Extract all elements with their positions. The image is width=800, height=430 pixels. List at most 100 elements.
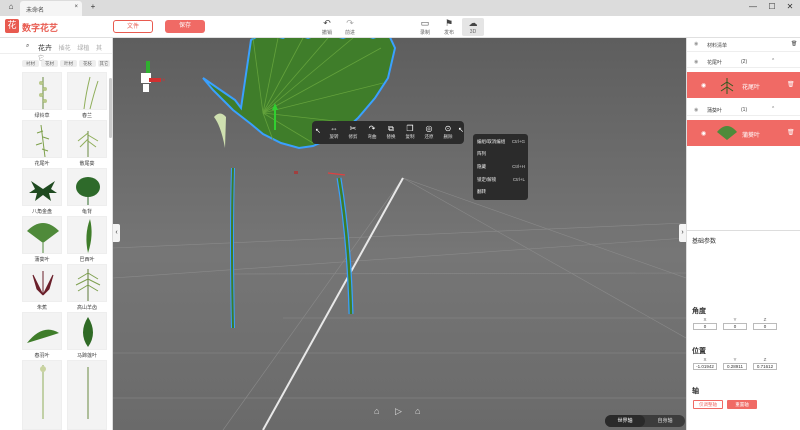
plant-image	[32, 271, 54, 296]
filter-chip[interactable]: 叶材	[60, 60, 77, 67]
file-button[interactable]: 文件	[113, 20, 153, 33]
menu-item-shortcut: Ctrl+G	[511, 139, 525, 144]
delete-icon[interactable]: 🗑	[787, 129, 795, 136]
maximize-button[interactable]: ☐	[767, 2, 777, 12]
toolbar-bend[interactable]: ↷ 弯曲	[364, 124, 380, 140]
trash-icon[interactable]: 🗑	[791, 41, 797, 47]
collapse-left-icon[interactable]: ‹	[113, 224, 120, 242]
menu-item-array[interactable]: 阵列	[477, 151, 525, 157]
adjust-axis-button[interactable]: 仅调整轴	[693, 400, 723, 409]
document-tab[interactable]: 未命名 ×	[20, 1, 82, 16]
filter-chip[interactable]: 其它	[98, 60, 110, 67]
tab-greenery[interactable]: 绿植	[77, 46, 89, 52]
reset-axis-button[interactable]: 重置轴	[727, 400, 757, 409]
menu-item-lock[interactable]: 锁定/解锁 Ctrl+L	[477, 177, 525, 183]
scene-canvas[interactable]: ×	[113, 38, 686, 430]
menu-item-hide[interactable]: 隐藏 Ctrl+H	[477, 164, 525, 170]
undo-button[interactable]: ↶ 撤销	[316, 18, 338, 36]
collapse-right-icon[interactable]: ›	[679, 224, 686, 242]
item-thumbnail[interactable]	[67, 168, 107, 206]
menu-item-group[interactable]: 编组/取消编组 Ctrl+G	[477, 139, 525, 145]
position-y-input[interactable]: 0.28911	[723, 363, 747, 370]
item-thumbnail[interactable]	[22, 120, 62, 158]
add-tab-button[interactable]: +	[88, 2, 98, 12]
camera-reset-icon[interactable]: ⌂	[374, 406, 379, 416]
angle-y-input[interactable]: 0	[723, 323, 747, 330]
material-card[interactable]: ◉ 花尾叶 🗑	[687, 72, 800, 98]
position-z-input[interactable]: 0.71612	[753, 363, 777, 370]
material-group[interactable]: ◉ 花尾叶 (2) ⌃	[687, 56, 800, 68]
transform-gizmo[interactable]: ×	[141, 61, 166, 92]
material-item-label: 花尾叶	[742, 85, 761, 91]
item-thumbnail[interactable]	[22, 168, 62, 206]
item-thumbnail[interactable]	[67, 120, 107, 158]
filter-chip[interactable]: 花枝	[79, 60, 96, 67]
move-icon: ⇔	[330, 124, 338, 133]
world-axis-button[interactable]: 世界轴	[605, 415, 645, 427]
more-icon[interactable]: ↖	[458, 126, 464, 134]
redo-button[interactable]: ↷ 前进	[339, 18, 361, 36]
item-thumbnail[interactable]	[22, 264, 62, 302]
item-thumbnail[interactable]	[22, 360, 62, 430]
eye-icon[interactable]: ◉	[701, 130, 706, 137]
item-thumbnail[interactable]	[22, 312, 62, 350]
record-icon: ▭	[420, 18, 430, 28]
toolbar-label: 删除	[443, 134, 453, 139]
item-thumbnail[interactable]	[67, 360, 107, 430]
angle-x-input[interactable]: 0	[693, 323, 717, 330]
play-icon[interactable]: ▷	[395, 406, 402, 417]
eye-icon[interactable]: ◉	[694, 59, 698, 65]
self-axis-button[interactable]: 自身轴	[645, 415, 685, 427]
home-icon[interactable]: ⌂	[6, 2, 16, 12]
filter-chip[interactable]: 衬材	[22, 60, 39, 67]
toolbar-restore[interactable]: ◎ 还原	[421, 124, 437, 140]
item-label: 朱蕉	[36, 305, 47, 311]
close-tab-icon[interactable]: ×	[74, 4, 78, 10]
toolbar-rotate[interactable]: ⇔ 旋转	[326, 124, 342, 140]
material-group[interactable]: ◉ 蒲葵叶 (1) ⌃	[687, 104, 800, 116]
record-button[interactable]: ▭ 录制	[414, 18, 436, 36]
item-thumbnail[interactable]	[67, 216, 107, 254]
plant-image	[83, 317, 93, 347]
menu-item-label: 隐藏	[477, 164, 486, 169]
menu-item-label: 阵列	[477, 151, 486, 156]
material-card[interactable]: ◉ 蒲葵叶 🗑	[687, 120, 800, 146]
position-z-label: Z	[763, 357, 767, 362]
library-scrollbar[interactable]	[109, 78, 112, 138]
chevron-up-icon[interactable]: ⌃	[771, 58, 775, 64]
tab-flowers[interactable]: 花卉	[38, 45, 52, 52]
toolbar-copy[interactable]: ❐ 复制	[402, 124, 418, 140]
chevron-up-icon[interactable]: ⌃	[771, 106, 775, 112]
position-x-input[interactable]: -1.01942	[693, 363, 717, 370]
palm-leaf-model[interactable]	[202, 38, 397, 329]
item-thumbnail[interactable]	[22, 72, 62, 110]
material-item-label: 蒲葵叶	[742, 133, 761, 139]
angle-z-input[interactable]: 0	[753, 323, 777, 330]
camera-save-icon[interactable]: ⌂	[415, 406, 420, 416]
item-thumbnail[interactable]	[67, 312, 107, 350]
toolbar-trim[interactable]: ✂ 修剪	[345, 124, 361, 140]
anchor-point[interactable]	[294, 171, 298, 174]
eye-icon[interactable]: ◉	[701, 82, 706, 89]
minimize-button[interactable]: —	[748, 2, 758, 12]
item-thumbnail[interactable]	[22, 216, 62, 254]
item-thumbnail[interactable]	[67, 264, 107, 302]
3d-viewport[interactable]: × ‹ › ⌂ ▷ ⌂ 世界轴 自身轴	[113, 38, 686, 430]
app-name: 数字花艺	[22, 23, 59, 33]
axis-line	[262, 177, 404, 430]
view-3d-button[interactable]: ☁ 3D	[462, 18, 484, 36]
toolbar-delete[interactable]: ⊙ 删除	[440, 124, 456, 140]
filter-chip[interactable]: 花材	[41, 60, 58, 67]
redo-icon: ↷	[346, 18, 354, 28]
eye-icon[interactable]: ◉	[694, 41, 698, 47]
eye-icon[interactable]: ◉	[694, 107, 698, 113]
tab-arrangement[interactable]: 插花	[59, 46, 71, 52]
menu-item-flip[interactable]: 翻转	[477, 189, 525, 195]
close-window-button[interactable]: ✕	[785, 2, 795, 12]
toolbar-replace[interactable]: ⧉ 替换	[383, 124, 399, 140]
delete-icon[interactable]: 🗑	[787, 81, 795, 88]
publish-button[interactable]: ⚑ 发布	[438, 18, 460, 36]
search-icon[interactable]: ⌕	[26, 43, 29, 50]
item-thumbnail[interactable]	[67, 72, 107, 110]
save-button[interactable]: 保存	[165, 20, 205, 33]
